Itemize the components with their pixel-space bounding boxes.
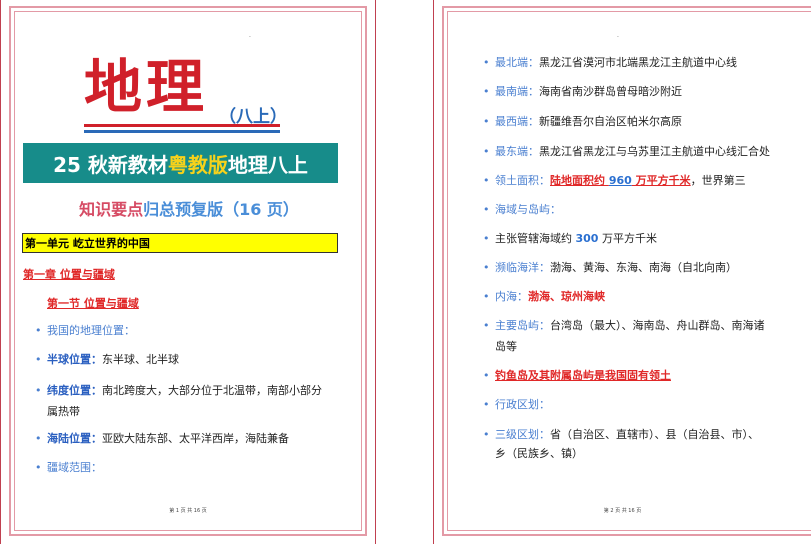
section-heading: 第一节 位置与疆域 <box>47 297 139 310</box>
list-item-continuation: 岛等 <box>495 340 517 353</box>
title-underline-blue <box>84 130 280 133</box>
page-footer: 第 2 页 共 16 页 <box>603 508 642 514</box>
banner-text-2: 地理八上 <box>227 152 308 177</box>
banner-highlight: 粤教版 <box>167 152 228 177</box>
list-item: 行政区划： <box>483 394 550 415</box>
list-item: 内海：渤海、琼州海峡 <box>483 286 605 307</box>
list-item: 最西端：新疆维吾尔自治区帕米尔高原 <box>483 111 682 132</box>
banner-text-1: 25 秋新教材 <box>53 152 168 177</box>
page-mark: · <box>617 34 619 41</box>
list-item: 濒临海洋：渤海、黄海、东海、南海（自北向南） <box>483 257 737 278</box>
title-underline-red <box>84 124 280 127</box>
subtitle: 知识要点归总预复版（16 页） <box>1 196 377 220</box>
list-item: 领土面积：陆地面积约 960 万平方千米，世界第三 <box>483 170 746 191</box>
subtitle-page-count: （16 页） <box>223 200 299 219</box>
subtitle-part-1: 知识要点 <box>79 200 144 219</box>
list-item-continuation: 乡（民族乡、镇） <box>495 447 583 460</box>
page-mark: · <box>249 34 251 41</box>
list-item-continuation: 属热带 <box>47 405 80 418</box>
title-banner: 25 秋新教材 粤教版 地理八上 <box>23 143 338 183</box>
page-footer: 第 1 页 共 16 页 <box>169 508 207 514</box>
list-item: 最南端：海南省南沙群岛曾母暗沙附近 <box>483 81 682 102</box>
list-item: 钓鱼岛及其附属岛屿是我国固有领土 <box>483 365 671 386</box>
list-item: 最东端：黑龙江省黑龙江与乌苏里江主航道中心线汇合处 <box>483 141 770 162</box>
list-item: 最北端：黑龙江省漠河市北端黑龙江主航道中心线 <box>483 52 737 73</box>
document-page-1: · 地理 （八上） 25 秋新教材 粤教版 地理八上 知识要点归总预复版（16 页）… <box>0 0 376 544</box>
subtitle-part-2: 归总预复版 <box>143 200 224 219</box>
list-item: 半球位置：东半球、北半球 <box>35 349 179 370</box>
document-title: 地理 <box>84 53 209 121</box>
list-item: 海域与岛屿： <box>483 199 561 220</box>
list-item: 纬度位置：南北跨度大，大部分位于北温带，南部小部分 <box>35 380 322 401</box>
list-item: 三级区划：省（自治区、直辖市）、县（自治县、市）、 <box>483 424 759 445</box>
list-item: 主要岛屿：台湾岛（最大）、海南岛、舟山群岛、南海诸 <box>483 315 765 336</box>
chapter-heading: 第一章 位置与疆域 <box>23 268 115 281</box>
list-item: 主张管辖海域约 300 万平方千米 <box>483 228 657 249</box>
list-item: 疆域范围： <box>35 457 102 478</box>
list-item: 海陆位置：亚欧大陆东部、太平洋西岸，海陆兼备 <box>35 428 289 449</box>
document-page-2: · 最北端：黑龙江省漠河市北端黑龙江主航道中心线 最南端：海南省南沙群岛曾母暗沙… <box>433 0 811 544</box>
list-item: 我国的地理位置： <box>35 320 135 341</box>
unit-heading: 第一单元 屹立世界的中国 <box>22 233 338 253</box>
